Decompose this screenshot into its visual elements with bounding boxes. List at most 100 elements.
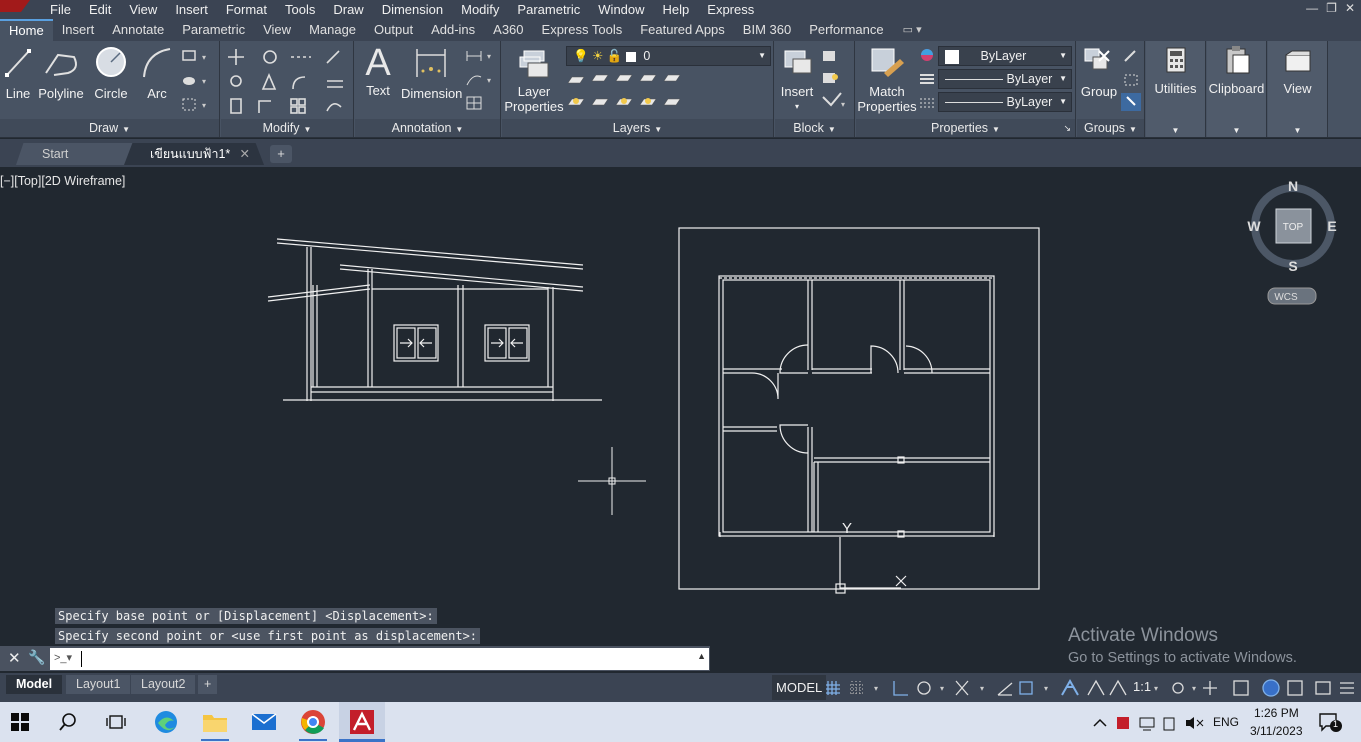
command-history-toggle-icon[interactable]: ▲: [697, 651, 706, 661]
menu-item-window[interactable]: Window: [598, 2, 644, 17]
edge-browser-icon[interactable]: [152, 708, 180, 736]
menu-item-parametric[interactable]: Parametric: [517, 2, 580, 17]
clipboard-panel[interactable]: Clipboard ▼: [1207, 41, 1267, 137]
tab-annotate[interactable]: Annotate: [103, 19, 173, 41]
modify-tools-icon[interactable]: [227, 47, 351, 117]
windows-start-icon[interactable]: [6, 708, 34, 736]
tab-a360[interactable]: A360: [484, 19, 532, 41]
restore-icon[interactable]: ❐: [1326, 1, 1337, 15]
menu-item-format[interactable]: Format: [226, 2, 267, 17]
new-layout-icon[interactable]: +: [198, 675, 218, 694]
annotation-scale[interactable]: 1:1: [1133, 679, 1151, 694]
app-logo-icon[interactable]: [0, 0, 30, 12]
groups-panel-title[interactable]: Groups ▼: [1077, 119, 1144, 137]
tab-featured-apps[interactable]: Featured Apps: [631, 19, 734, 41]
status-toggles[interactable]: ▾ ▾ ▾ ▾ ▾ ▾: [822, 677, 1361, 699]
circle-button[interactable]: Circle: [92, 45, 130, 101]
group-tools-icon[interactable]: [1121, 47, 1143, 115]
lineweight-dropdown[interactable]: ByLayer ▼: [938, 92, 1072, 112]
viewcube[interactable]: TOP N S E W WCS: [1247, 178, 1337, 305]
tab-bim-360[interactable]: BIM 360: [734, 19, 800, 41]
tab-view[interactable]: View: [254, 19, 300, 41]
tab-manage[interactable]: Manage: [300, 19, 365, 41]
group-button[interactable]: Group: [1079, 45, 1119, 99]
draw-panel-title[interactable]: Draw ▼: [0, 119, 219, 137]
close-icon[interactable]: ✕: [1345, 1, 1355, 15]
menu-item-help[interactable]: Help: [663, 2, 690, 17]
chrome-icon[interactable]: [299, 708, 327, 741]
tab-home[interactable]: Home: [0, 19, 53, 41]
svg-text:W[interactable]: W: [1247, 218, 1261, 234]
layer-properties-button[interactable]: Layer Properties: [504, 45, 564, 114]
new-tab-icon[interactable]: +: [270, 145, 292, 163]
minimize-icon[interactable]: —: [1306, 1, 1318, 15]
polyline-button[interactable]: Polyline: [38, 45, 84, 101]
command-prompt-icon[interactable]: >_▾: [54, 651, 72, 664]
ribbon-minimize-icon[interactable]: ▭ ▾: [903, 19, 922, 41]
block-panel-title[interactable]: Block ▼: [775, 119, 854, 137]
annotation-small-tools-icon[interactable]: ▾ ▾: [465, 47, 497, 113]
annotation-panel-title[interactable]: Annotation ▼: [355, 119, 500, 137]
task-view-icon[interactable]: [102, 708, 130, 736]
search-icon[interactable]: [54, 708, 82, 736]
tab-parametric[interactable]: Parametric: [173, 19, 254, 41]
menu-item-file[interactable]: File: [50, 2, 71, 17]
menu-item-draw[interactable]: Draw: [333, 2, 363, 17]
close-tab-icon[interactable]: ✕: [240, 143, 250, 165]
menu-item-insert[interactable]: Insert: [175, 2, 208, 17]
svg-text:WCS[interactable]: WCS: [1274, 292, 1298, 303]
svg-text:E[interactable]: E: [1327, 218, 1336, 234]
panel-launcher-icon[interactable]: ↘: [1063, 119, 1071, 137]
layout-tab-model[interactable]: Model: [6, 675, 63, 694]
properties-panel-title[interactable]: Properties ▼ ↘: [856, 119, 1075, 137]
tab-express-tools[interactable]: Express Tools: [533, 19, 632, 41]
tab-add-ins[interactable]: Add-ins: [422, 19, 484, 41]
menu-item-modify[interactable]: Modify: [461, 2, 499, 17]
svg-text:N[interactable]: N: [1288, 178, 1298, 194]
tab-insert[interactable]: Insert: [53, 19, 104, 41]
mail-icon[interactable]: [250, 708, 278, 736]
menu-item-express[interactable]: Express: [707, 2, 754, 17]
linetype-dropdown[interactable]: ByLayer ▼: [938, 69, 1072, 89]
menu-item-tools[interactable]: Tools: [285, 2, 315, 17]
match-properties-button[interactable]: Match Properties: [856, 45, 918, 114]
close-command-icon[interactable]: ✕: [8, 649, 21, 667]
start-tab[interactable]: Start: [16, 143, 140, 165]
block-tools-icon[interactable]: ▾: [821, 49, 849, 115]
command-input[interactable]: >_▾ ▲: [50, 648, 709, 670]
system-tray-icons[interactable]: [1090, 714, 1210, 732]
language-indicator[interactable]: ENG: [1213, 715, 1239, 729]
clock-date[interactable]: 3/11/2023: [1250, 724, 1303, 738]
dimension-button[interactable]: Dimension: [401, 45, 462, 101]
file-explorer-icon[interactable]: [201, 708, 229, 741]
layer-dropdown[interactable]: 💡 ☀ 🔓 0 ▼: [566, 46, 771, 66]
drawing-canvas[interactable]: Y TOP N S E W WCS: [0, 167, 1361, 637]
svg-text:TOP[interactable]: TOP: [1283, 222, 1304, 233]
model-space-button[interactable]: MODEL: [772, 675, 827, 700]
layers-panel-title[interactable]: Layers ▼: [502, 119, 773, 137]
menu-item-edit[interactable]: Edit: [89, 2, 111, 17]
layout-tab-layout2[interactable]: Layout2: [131, 675, 196, 694]
svg-text:S[interactable]: S: [1288, 258, 1297, 274]
wrench-icon[interactable]: 🔧: [28, 649, 45, 666]
notification-icon[interactable]: 1: [1318, 712, 1342, 735]
utilities-panel[interactable]: Utilities ▼: [1146, 41, 1206, 137]
tab-output[interactable]: Output: [365, 19, 422, 41]
drawing-viewport[interactable]: [−][Top][2D Wireframe] Y TOP N S E W WCS…: [0, 167, 1361, 673]
insert-button[interactable]: Insert ▾: [777, 45, 817, 114]
layout-tab-layout1[interactable]: Layout1: [66, 675, 131, 694]
autocad-taskbar-icon[interactable]: [339, 702, 385, 742]
arc-button[interactable]: Arc: [140, 45, 174, 101]
draw-small-tools-icon[interactable]: ▾ ▾ ▾: [180, 49, 214, 121]
drawing-tab[interactable]: เขียนแบบฟ้า1* ✕: [124, 143, 264, 165]
clock-time[interactable]: 1:26 PM: [1254, 706, 1299, 720]
line-button[interactable]: Line: [4, 45, 32, 101]
tab-performance[interactable]: Performance: [800, 19, 892, 41]
modify-panel-title[interactable]: Modify ▼: [221, 119, 353, 137]
view-panel[interactable]: View ▼: [1268, 41, 1328, 137]
menu-item-view[interactable]: View: [129, 2, 157, 17]
layer-tools-icon[interactable]: [568, 71, 688, 113]
menu-item-dimension[interactable]: Dimension: [382, 2, 443, 17]
color-dropdown[interactable]: ByLayer ▼: [938, 46, 1072, 66]
text-button[interactable]: A Text: [363, 43, 393, 98]
